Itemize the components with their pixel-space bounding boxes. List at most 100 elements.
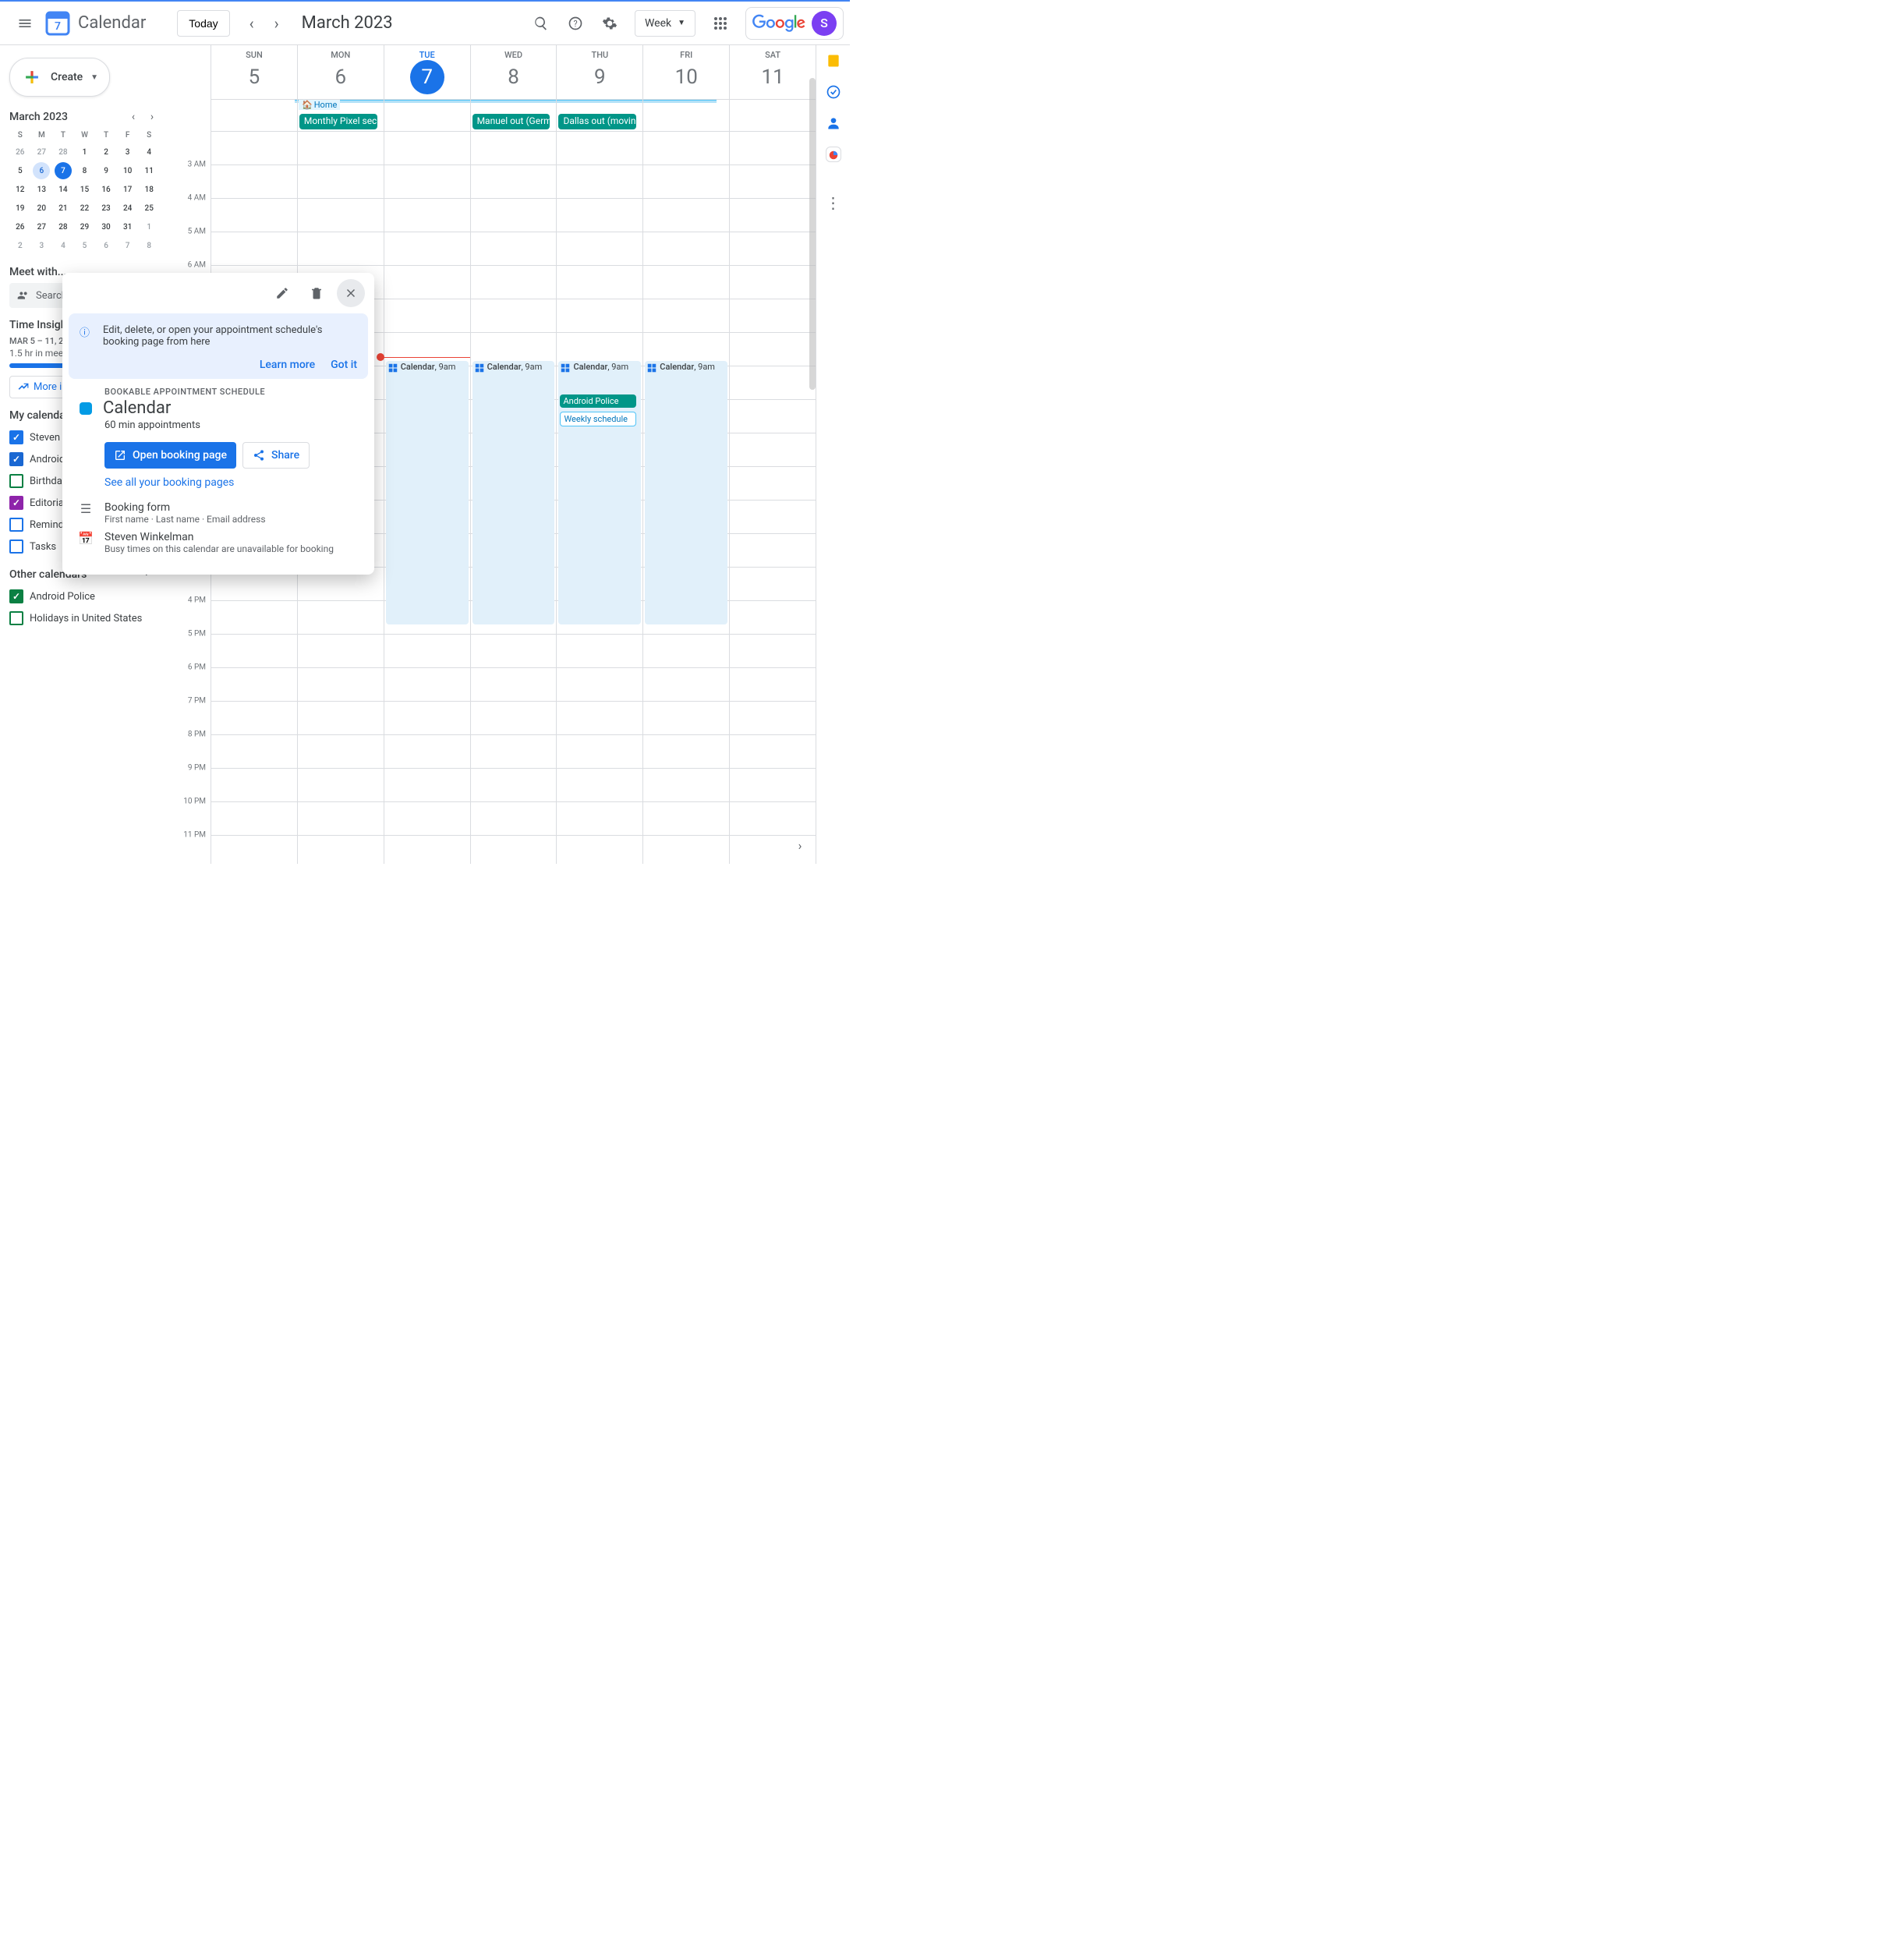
mini-day[interactable]: 7: [119, 237, 136, 254]
mini-day[interactable]: 6: [33, 162, 50, 179]
mini-day[interactable]: 20: [33, 200, 50, 217]
mini-day[interactable]: 26: [12, 143, 29, 161]
mini-day[interactable]: 14: [55, 181, 72, 198]
mini-day[interactable]: 31: [119, 218, 136, 235]
mini-day[interactable]: 3: [119, 143, 136, 161]
appointment-block[interactable]: Calendar, 9am: [386, 361, 469, 624]
allday-event[interactable]: Dallas out (moving): [558, 114, 636, 129]
mini-day[interactable]: 12: [12, 181, 29, 198]
event-chip[interactable]: Weekly schedule: [560, 412, 636, 426]
calendar-checkbox[interactable]: [9, 611, 23, 625]
open-booking-page-button[interactable]: Open booking page: [104, 442, 236, 469]
today-button[interactable]: Today: [177, 10, 229, 37]
help-icon[interactable]: ?: [560, 8, 591, 39]
mini-day[interactable]: 8: [140, 237, 157, 254]
mini-day[interactable]: 5: [76, 237, 93, 254]
mini-day[interactable]: 3: [33, 237, 50, 254]
share-button[interactable]: Share: [242, 442, 310, 469]
mini-day[interactable]: 27: [33, 218, 50, 235]
calendar-checkbox[interactable]: [9, 452, 23, 466]
mini-day[interactable]: 24: [119, 200, 136, 217]
appointment-block[interactable]: Calendar, 9am: [472, 361, 555, 624]
main-menu-icon[interactable]: [6, 5, 44, 42]
scrollbar[interactable]: [809, 78, 816, 390]
mini-day[interactable]: 16: [97, 181, 115, 198]
mini-day[interactable]: 30: [97, 218, 115, 235]
search-icon[interactable]: [526, 8, 557, 39]
home-label[interactable]: 🏠 Home: [299, 100, 340, 110]
app-logo[interactable]: 7 Calendar: [44, 9, 146, 37]
date-number[interactable]: 8: [497, 60, 531, 94]
next-week-button[interactable]: ›: [264, 11, 289, 36]
see-all-booking-pages-link[interactable]: See all your booking pages: [104, 476, 359, 489]
mini-day[interactable]: 27: [33, 143, 50, 161]
tasks-icon[interactable]: [826, 84, 841, 100]
mini-day[interactable]: 13: [33, 181, 50, 198]
create-button[interactable]: Create ▼: [9, 58, 110, 97]
date-number[interactable]: 6: [324, 60, 358, 94]
allday-cell[interactable]: [642, 100, 729, 131]
mini-day[interactable]: 19: [12, 200, 29, 217]
calendar-checkbox[interactable]: [9, 539, 23, 554]
mini-day[interactable]: 21: [55, 200, 72, 217]
edit-icon[interactable]: [268, 279, 296, 307]
delete-icon[interactable]: [303, 279, 331, 307]
date-number[interactable]: 7: [410, 60, 444, 94]
date-number[interactable]: 10: [669, 60, 703, 94]
keep-icon[interactable]: [826, 53, 841, 69]
mini-day[interactable]: 4: [140, 143, 157, 161]
calendar-checkbox[interactable]: [9, 474, 23, 488]
mini-day[interactable]: 9: [97, 162, 115, 179]
more-addons-icon[interactable]: ⋮: [826, 193, 841, 212]
mini-day[interactable]: 22: [76, 200, 93, 217]
close-icon[interactable]: [337, 279, 365, 307]
calendar-checkbox[interactable]: [9, 496, 23, 510]
day-column[interactable]: Calendar, 9am: [470, 131, 557, 864]
mini-day[interactable]: 11: [140, 162, 157, 179]
allday-cell[interactable]: [384, 100, 470, 131]
allday-cell[interactable]: Manuel out (Germany): [470, 100, 557, 131]
mini-day[interactable]: 4: [55, 237, 72, 254]
mini-day[interactable]: 1: [140, 218, 157, 235]
mini-day[interactable]: 25: [140, 200, 157, 217]
allday-cell[interactable]: [729, 100, 816, 131]
view-selector[interactable]: Week▼: [635, 10, 695, 37]
date-number[interactable]: 9: [582, 60, 617, 94]
mini-day[interactable]: 17: [119, 181, 136, 198]
mini-next-month[interactable]: ›: [144, 111, 160, 123]
mini-day[interactable]: 1: [76, 143, 93, 161]
mini-day[interactable]: 26: [12, 218, 29, 235]
day-column[interactable]: Calendar, 9am: [642, 131, 729, 864]
allday-cell[interactable]: Dallas out (moving): [556, 100, 642, 131]
addon-icon[interactable]: [826, 147, 841, 162]
settings-icon[interactable]: [594, 8, 625, 39]
mini-day[interactable]: 28: [55, 143, 72, 161]
allday-event[interactable]: Monthly Pixel sec: [299, 114, 377, 129]
mini-day[interactable]: 15: [76, 181, 93, 198]
mini-day[interactable]: 10: [119, 162, 136, 179]
user-avatar[interactable]: S: [812, 11, 837, 36]
prev-week-button[interactable]: ‹: [239, 11, 264, 36]
mini-day[interactable]: 28: [55, 218, 72, 235]
calendar-checkbox[interactable]: [9, 430, 23, 444]
mini-calendar[interactable]: SMTWTFS262728123456789101112131415161718…: [9, 128, 160, 255]
mini-day[interactable]: 5: [12, 162, 29, 179]
show-side-panel-icon[interactable]: ›: [789, 834, 811, 856]
allday-cell[interactable]: [211, 100, 297, 131]
mini-day[interactable]: 2: [12, 237, 29, 254]
google-account[interactable]: S: [745, 7, 844, 40]
day-column[interactable]: [729, 131, 816, 864]
allday-event[interactable]: Manuel out (Germany): [472, 114, 550, 129]
mini-day[interactable]: 29: [76, 218, 93, 235]
mini-day[interactable]: 7: [55, 162, 72, 179]
learn-more-link[interactable]: Learn more: [260, 359, 315, 371]
day-column[interactable]: Calendar, 9am: [384, 131, 470, 864]
calendar-item[interactable]: Holidays in United States: [9, 607, 160, 629]
event-chip[interactable]: Android Police: [560, 394, 636, 408]
calendar-item[interactable]: Android Police: [9, 585, 160, 607]
day-column[interactable]: Calendar, 9amAndroid PoliceWeekly schedu…: [556, 131, 642, 864]
got-it-button[interactable]: Got it: [331, 359, 357, 371]
calendar-checkbox[interactable]: [9, 518, 23, 532]
date-number[interactable]: 11: [756, 60, 790, 94]
mini-day[interactable]: 8: [76, 162, 93, 179]
